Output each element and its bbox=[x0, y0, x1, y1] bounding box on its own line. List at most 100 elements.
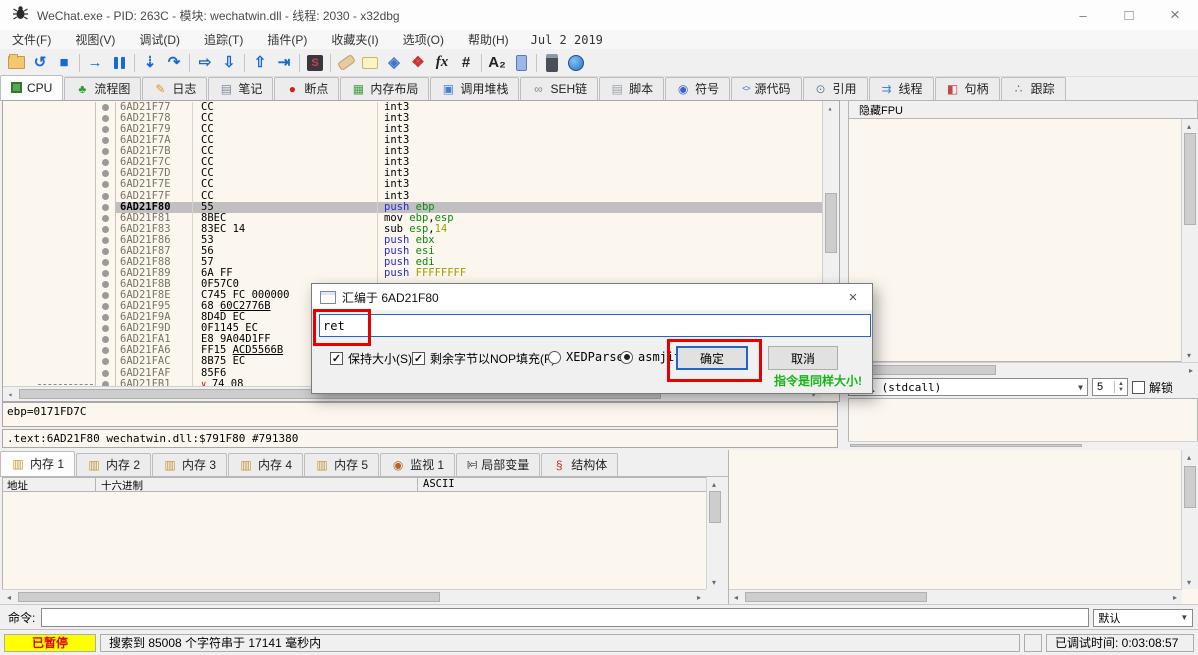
step-into-swallow-icon[interactable]: ⇩ bbox=[217, 51, 241, 75]
tab-source[interactable]: <>源代码 bbox=[731, 77, 801, 100]
stack-vertical-scrollbar[interactable] bbox=[1181, 450, 1198, 589]
breakpoint-dot-icon[interactable] bbox=[102, 358, 109, 365]
assemble-instruction-input[interactable] bbox=[319, 314, 871, 337]
dump-horizontal-scrollbar[interactable] bbox=[2, 589, 706, 604]
favourites-icon[interactable]: ❖ bbox=[406, 51, 430, 75]
stack-pane[interactable] bbox=[728, 450, 1198, 604]
stack-horizontal-scrollbar[interactable] bbox=[729, 589, 1182, 604]
step-over-icon[interactable]: ↷ bbox=[162, 51, 186, 75]
tab-dump4[interactable]: ▥内存 4 bbox=[228, 453, 303, 476]
cancel-button[interactable]: 取消 bbox=[768, 346, 838, 370]
hide-fpu-button[interactable]: 隐藏FPU bbox=[848, 100, 1198, 119]
breakpoint-dot-icon[interactable] bbox=[102, 170, 109, 177]
tab-memmap[interactable]: ▦内存布局 bbox=[340, 77, 429, 100]
breakpoint-dot-icon[interactable] bbox=[102, 237, 109, 244]
pause-icon[interactable] bbox=[107, 51, 131, 75]
tab-locals[interactable]: [x=]局部变量 bbox=[456, 453, 540, 476]
notify-icon[interactable] bbox=[509, 51, 533, 75]
menu-item[interactable]: 收藏夹(I) bbox=[319, 31, 390, 48]
breakpoint-dot-icon[interactable] bbox=[102, 126, 109, 133]
patches-icon[interactable] bbox=[334, 51, 358, 75]
breakpoint-dot-icon[interactable] bbox=[102, 270, 109, 277]
registers-vertical-scrollbar[interactable] bbox=[1181, 119, 1198, 362]
tab-dump1[interactable]: ▥内存 1 bbox=[0, 451, 75, 476]
case-icon[interactable]: A₂ bbox=[485, 51, 509, 75]
tab-struct[interactable]: §结构体 bbox=[541, 453, 618, 476]
breakpoint-dot-icon[interactable] bbox=[102, 303, 109, 310]
close-button[interactable] bbox=[1152, 0, 1198, 30]
breakpoint-dot-icon[interactable] bbox=[102, 325, 109, 332]
menu-item[interactable]: 视图(V) bbox=[63, 31, 127, 48]
xedparse-radio[interactable]: XEDParse bbox=[548, 350, 624, 364]
restart-icon[interactable]: ↺ bbox=[28, 51, 52, 75]
breakpoint-dot-icon[interactable] bbox=[102, 259, 109, 266]
step-out-icon[interactable]: ⇧ bbox=[248, 51, 272, 75]
registers-horizontal-scrollbar[interactable] bbox=[848, 362, 1198, 377]
execute-till-return-icon[interactable]: ⇨ bbox=[193, 51, 217, 75]
globe-icon[interactable] bbox=[564, 51, 588, 75]
run-icon[interactable]: → bbox=[83, 51, 107, 75]
command-parser-select[interactable]: 默认▼ bbox=[1093, 609, 1193, 627]
tab-notes[interactable]: ▤笔记 bbox=[208, 77, 273, 100]
dump-vertical-scrollbar[interactable] bbox=[706, 477, 723, 589]
registers-list[interactable] bbox=[848, 119, 1184, 362]
step-into-icon[interactable]: ⇣ bbox=[138, 51, 162, 75]
breakpoint-dot-icon[interactable] bbox=[102, 370, 109, 377]
breakpoint-dot-icon[interactable] bbox=[102, 292, 109, 299]
ok-button[interactable]: 确定 bbox=[676, 346, 748, 370]
dialog-title-bar[interactable]: 汇编于 6AD21F80 bbox=[312, 284, 872, 310]
breakpoint-dot-icon[interactable] bbox=[102, 215, 109, 222]
breakpoint-dot-icon[interactable] bbox=[102, 181, 109, 188]
comments-icon[interactable] bbox=[358, 51, 382, 75]
fill-nop-checkbox[interactable]: 剩余字节以NOP填充(F) bbox=[412, 350, 555, 367]
tab-cpu[interactable]: CPU bbox=[0, 75, 63, 100]
breakpoint-dot-icon[interactable] bbox=[102, 115, 109, 122]
breakpoint-dot-icon[interactable] bbox=[102, 226, 109, 233]
breakpoint-dot-icon[interactable] bbox=[102, 336, 109, 343]
open-file-icon[interactable] bbox=[4, 51, 28, 75]
breakpoint-dot-icon[interactable] bbox=[102, 159, 109, 166]
unlock-checkbox[interactable]: 解锁 bbox=[1132, 379, 1173, 396]
disasm-row[interactable]: 6AD21F7ECCint3 bbox=[4, 179, 822, 190]
calling-convention-select[interactable]: 默认 (stdcall)▼ bbox=[848, 378, 1088, 396]
tab-references[interactable]: ⊙引用 bbox=[803, 77, 868, 100]
hash-icon[interactable]: # bbox=[454, 51, 478, 75]
tab-dump5[interactable]: ▥内存 5 bbox=[304, 453, 379, 476]
menu-item[interactable]: 调试(D) bbox=[127, 31, 192, 48]
tab-watch1[interactable]: ◉监视 1 bbox=[380, 453, 455, 476]
tab-trace[interactable]: ∴跟踪 bbox=[1001, 77, 1066, 100]
tab-threads[interactable]: ⇉线程 bbox=[869, 77, 934, 100]
menu-item[interactable]: 帮助(H) bbox=[456, 31, 521, 48]
tab-dump3[interactable]: ▥内存 3 bbox=[152, 453, 227, 476]
tab-symbols[interactable]: ◉符号 bbox=[665, 77, 730, 100]
tab-dump2[interactable]: ▥内存 2 bbox=[76, 453, 151, 476]
tab-seh[interactable]: ∞SEH链 bbox=[520, 77, 598, 100]
breakpoint-dot-icon[interactable] bbox=[102, 347, 109, 354]
stop-icon[interactable]: ■ bbox=[52, 51, 76, 75]
dialog-close-icon[interactable] bbox=[844, 288, 862, 306]
keep-size-checkbox[interactable]: 保持大小(S) bbox=[330, 350, 412, 367]
memory-dump[interactable] bbox=[2, 492, 709, 589]
dump-header-hex[interactable]: 十六进制 bbox=[96, 478, 418, 491]
breakpoint-dot-icon[interactable] bbox=[102, 193, 109, 200]
breakpoint-dot-icon[interactable] bbox=[102, 281, 109, 288]
spinner-arrows-icon[interactable]: ▲▼ bbox=[1114, 381, 1127, 393]
breakpoint-dot-icon[interactable] bbox=[102, 148, 109, 155]
tab-log[interactable]: ✎日志 bbox=[142, 77, 207, 100]
menu-item[interactable]: 插件(P) bbox=[255, 31, 319, 48]
fx-icon[interactable]: fx bbox=[430, 51, 454, 75]
dump-header-ascii[interactable]: ASCII bbox=[418, 478, 455, 491]
tab-breakpoints[interactable]: ●断点 bbox=[274, 77, 339, 100]
args-count-spinner[interactable]: 5 ▲▼ bbox=[1092, 378, 1128, 396]
stack-arguments-list[interactable] bbox=[848, 398, 1198, 442]
menu-item[interactable]: 文件(F) bbox=[0, 31, 63, 48]
breakpoint-dot-icon[interactable] bbox=[102, 137, 109, 144]
minimize-button[interactable] bbox=[1060, 0, 1106, 30]
breakpoint-dot-icon[interactable] bbox=[102, 248, 109, 255]
tab-callstack[interactable]: ▣调用堆栈 bbox=[430, 77, 519, 100]
breakpoint-dot-icon[interactable] bbox=[102, 204, 109, 211]
scylla-icon[interactable]: S bbox=[303, 51, 327, 75]
menu-item[interactable]: 选项(O) bbox=[391, 31, 456, 48]
run-to-user-code-icon[interactable]: ⇥ bbox=[272, 51, 296, 75]
breakpoint-dot-icon[interactable] bbox=[102, 314, 109, 321]
